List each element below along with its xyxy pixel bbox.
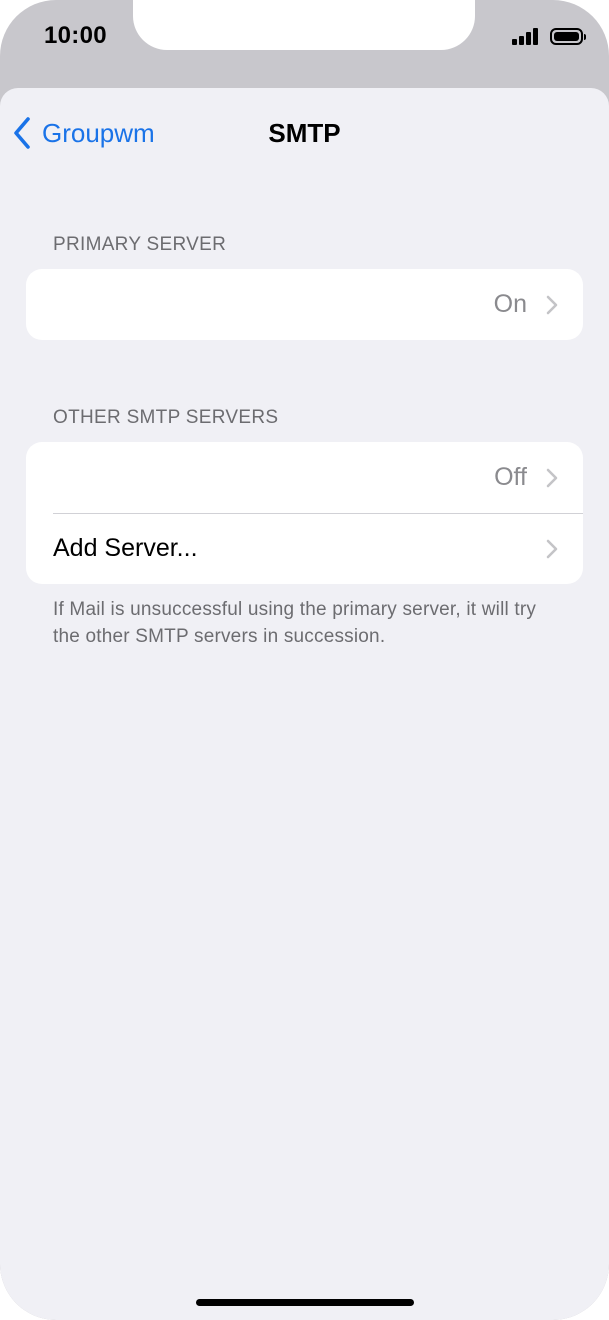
chevron-right-icon	[546, 295, 558, 314]
other-servers-group: Off Add Server...	[26, 442, 583, 584]
chevron-right-icon	[546, 468, 558, 487]
cellular-signal-icon	[512, 27, 540, 45]
section-footer-note: If Mail is unsuccessful using the primar…	[53, 599, 537, 647]
status-time: 10:00	[44, 22, 107, 49]
chevron-right-icon	[546, 539, 558, 558]
row-value: Off	[494, 463, 527, 491]
home-indicator[interactable]	[196, 1299, 414, 1306]
status-icons	[512, 27, 586, 45]
row-value: On	[493, 290, 527, 318]
other-server-row[interactable]: Off	[26, 442, 583, 513]
notch	[133, 0, 475, 50]
primary-server-row[interactable]: On	[26, 269, 583, 340]
section-header-primary-server: PRIMARY SERVER	[53, 234, 227, 255]
add-server-label: Add Server...	[53, 534, 198, 562]
device-frame: 10:00 Groupwm SMTP PRIMARY SERVER On OTH…	[0, 0, 609, 1320]
section-header-other-smtp-servers: OTHER SMTP SERVERS	[53, 407, 279, 428]
add-server-row[interactable]: Add Server...	[26, 513, 583, 584]
settings-sheet: Groupwm SMTP PRIMARY SERVER On OTHER SMT…	[0, 88, 609, 1320]
primary-server-group: On	[26, 269, 583, 340]
battery-icon	[550, 27, 586, 45]
page-title: SMTP	[268, 118, 341, 148]
